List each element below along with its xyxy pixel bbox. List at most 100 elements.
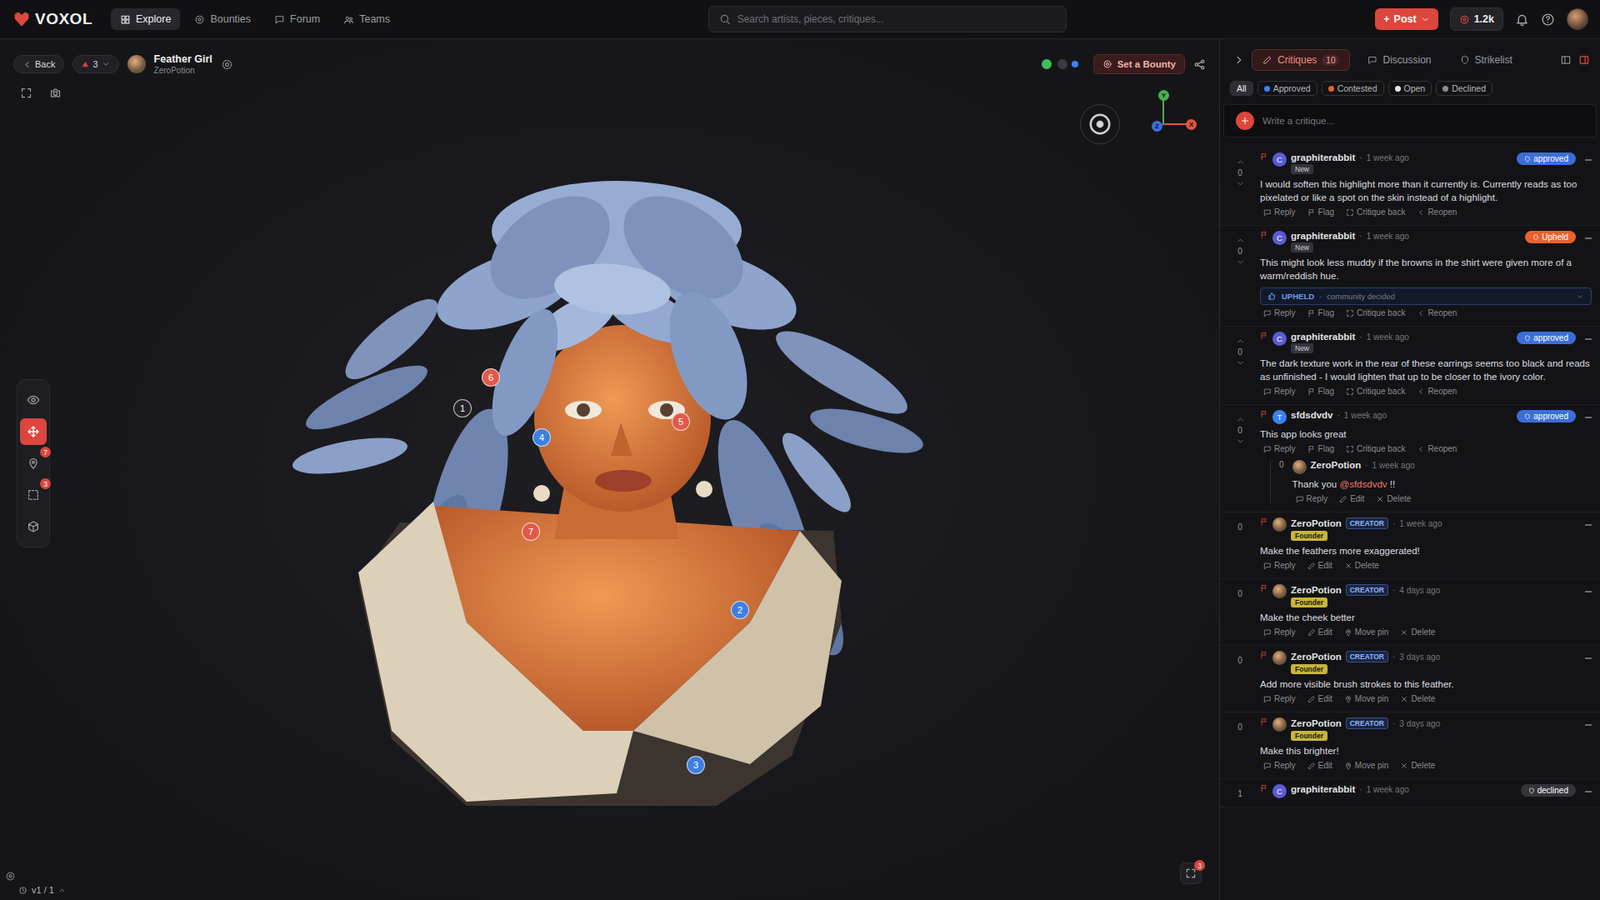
back-button[interactable]: Back [13,55,65,74]
status-badge[interactable]: approved [1516,410,1576,423]
vote-pill[interactable]: 3 [72,55,119,74]
share-icon[interactable] [1193,58,1206,71]
action-button[interactable]: Move pin [1344,627,1390,637]
action-button[interactable]: Reply [1263,627,1296,637]
logo[interactable]: VOXOL [13,10,93,29]
action-button[interactable]: Reopen [1416,308,1457,318]
filter-chip[interactable]: Declined [1435,80,1493,96]
action-button[interactable]: Delete [1400,627,1435,637]
filter-chip[interactable]: Open [1388,80,1433,96]
pin[interactable]: 5 [671,412,690,431]
action-button[interactable]: Critique back [1345,444,1405,454]
collapse-icon[interactable] [1585,724,1592,726]
user-avatar[interactable] [1272,650,1287,665]
user-avatar[interactable]: C [1272,331,1287,346]
pin[interactable]: 4 [532,428,551,447]
action-button[interactable]: Delete [1400,694,1435,704]
bounty-button[interactable]: Set a Bounty [1093,54,1185,75]
author-name[interactable]: ZeroPotion [1290,585,1342,595]
action-button[interactable]: Flag [1307,308,1335,318]
action-button[interactable]: Reply [1263,386,1296,396]
settings-icon[interactable] [220,58,234,71]
downvote-icon[interactable] [1235,436,1245,446]
action-button[interactable]: Move pin [1344,694,1390,704]
tool-button[interactable] [20,386,47,414]
action-button[interactable]: Reply [1263,444,1296,454]
action-button[interactable]: Reply [1263,694,1296,704]
search-input[interactable] [737,13,1056,25]
pin[interactable]: 6 [481,368,500,387]
verdict-box[interactable]: UPHELD·community decided [1260,287,1592,305]
collapse-icon[interactable] [1585,159,1592,161]
pin[interactable]: 2 [730,600,750,620]
action-button[interactable]: Delete [1400,760,1435,770]
downvote-icon[interactable] [1235,179,1245,189]
collapse-icon[interactable] [1585,524,1592,526]
author-name[interactable]: graphiterabbit [1290,230,1355,241]
action-button[interactable]: Reopen [1416,386,1457,396]
panel-tab[interactable]: Discussion [1356,49,1442,71]
action-button[interactable]: Edit [1307,694,1333,704]
tool-button[interactable]: 7 [20,450,47,477]
collapse-icon[interactable] [1585,416,1592,419]
action-button[interactable]: Critique back [1345,308,1405,318]
post-button[interactable]: +Post [1375,8,1438,30]
status-badge[interactable]: approved [1516,331,1576,345]
author-name[interactable]: graphiterabbit [1290,784,1355,795]
user-avatar[interactable]: C [1272,230,1287,245]
settings-icon[interactable] [5,870,16,882]
action-button[interactable]: Critique back [1345,386,1405,396]
points-badge[interactable]: 1.2k [1450,7,1504,31]
user-avatar[interactable]: C [1272,784,1287,799]
status-badge[interactable]: declined [1520,784,1576,797]
user-avatar[interactable]: C [1272,152,1287,167]
user-avatar[interactable]: T [1272,410,1287,425]
author-name[interactable]: graphiterabbit [1290,331,1355,342]
user-avatar[interactable] [1272,717,1287,732]
action-button[interactable]: Delete [1344,560,1380,570]
action-button[interactable]: Edit [1339,494,1365,504]
panel-tab[interactable]: Critiques10 [1251,49,1350,71]
action-button[interactable]: Edit [1307,560,1333,570]
action-button[interactable]: Reply [1263,207,1296,217]
tool-button[interactable] [20,418,47,445]
action-button[interactable]: Flag [1307,207,1335,217]
author-name[interactable]: ZeroPotion [1290,518,1342,529]
version-selector[interactable]: v1 / 1 [5,885,66,895]
axis-gizmo[interactable]: YXZ [1141,87,1202,138]
author-name[interactable]: ZeroPotion [1290,718,1342,729]
view-gizmo[interactable] [1080,104,1120,145]
author-name[interactable]: graphiterabbit [1290,152,1355,163]
action-button[interactable]: Reply [1263,308,1296,318]
tool-button[interactable]: 3 [20,481,47,509]
panel-tab[interactable]: Strikelist [1449,49,1524,71]
user-avatar[interactable] [1566,8,1589,30]
collapse-icon[interactable] [1585,657,1592,660]
action-button[interactable]: Flag [1307,444,1335,454]
collapse-icon[interactable] [1585,590,1592,593]
action-button[interactable]: Edit [1307,760,1333,770]
action-button[interactable]: Move pin [1344,760,1390,770]
author-name[interactable]: sfdsdvdv [1290,410,1334,420]
nav-item[interactable]: Teams [334,8,400,30]
user-avatar[interactable] [1272,517,1287,532]
collapse-icon[interactable] [1585,790,1592,793]
nav-item[interactable]: Explore [110,8,180,30]
upvote-icon[interactable] [1235,157,1245,167]
collapse-icon[interactable] [1233,54,1245,66]
help-icon[interactable] [1540,12,1555,27]
status-badge[interactable]: approved [1516,152,1576,165]
critique-input[interactable] [1262,115,1586,126]
action-button[interactable]: Reopen [1416,207,1457,217]
pin[interactable]: 1 [453,399,472,418]
mention[interactable]: @sfdsdvdv [1339,479,1387,490]
camera-icon[interactable] [49,86,62,100]
user-avatar[interactable] [1272,584,1287,599]
upvote-icon[interactable] [1235,336,1245,346]
downvote-icon[interactable] [1235,257,1245,267]
author-name[interactable]: ZeroPotion [1310,460,1362,470]
action-button[interactable]: Reply [1263,760,1296,770]
search-field[interactable] [708,5,1067,33]
nav-item[interactable]: Bounties [185,8,260,30]
filter-chip[interactable]: Contested [1321,80,1385,96]
